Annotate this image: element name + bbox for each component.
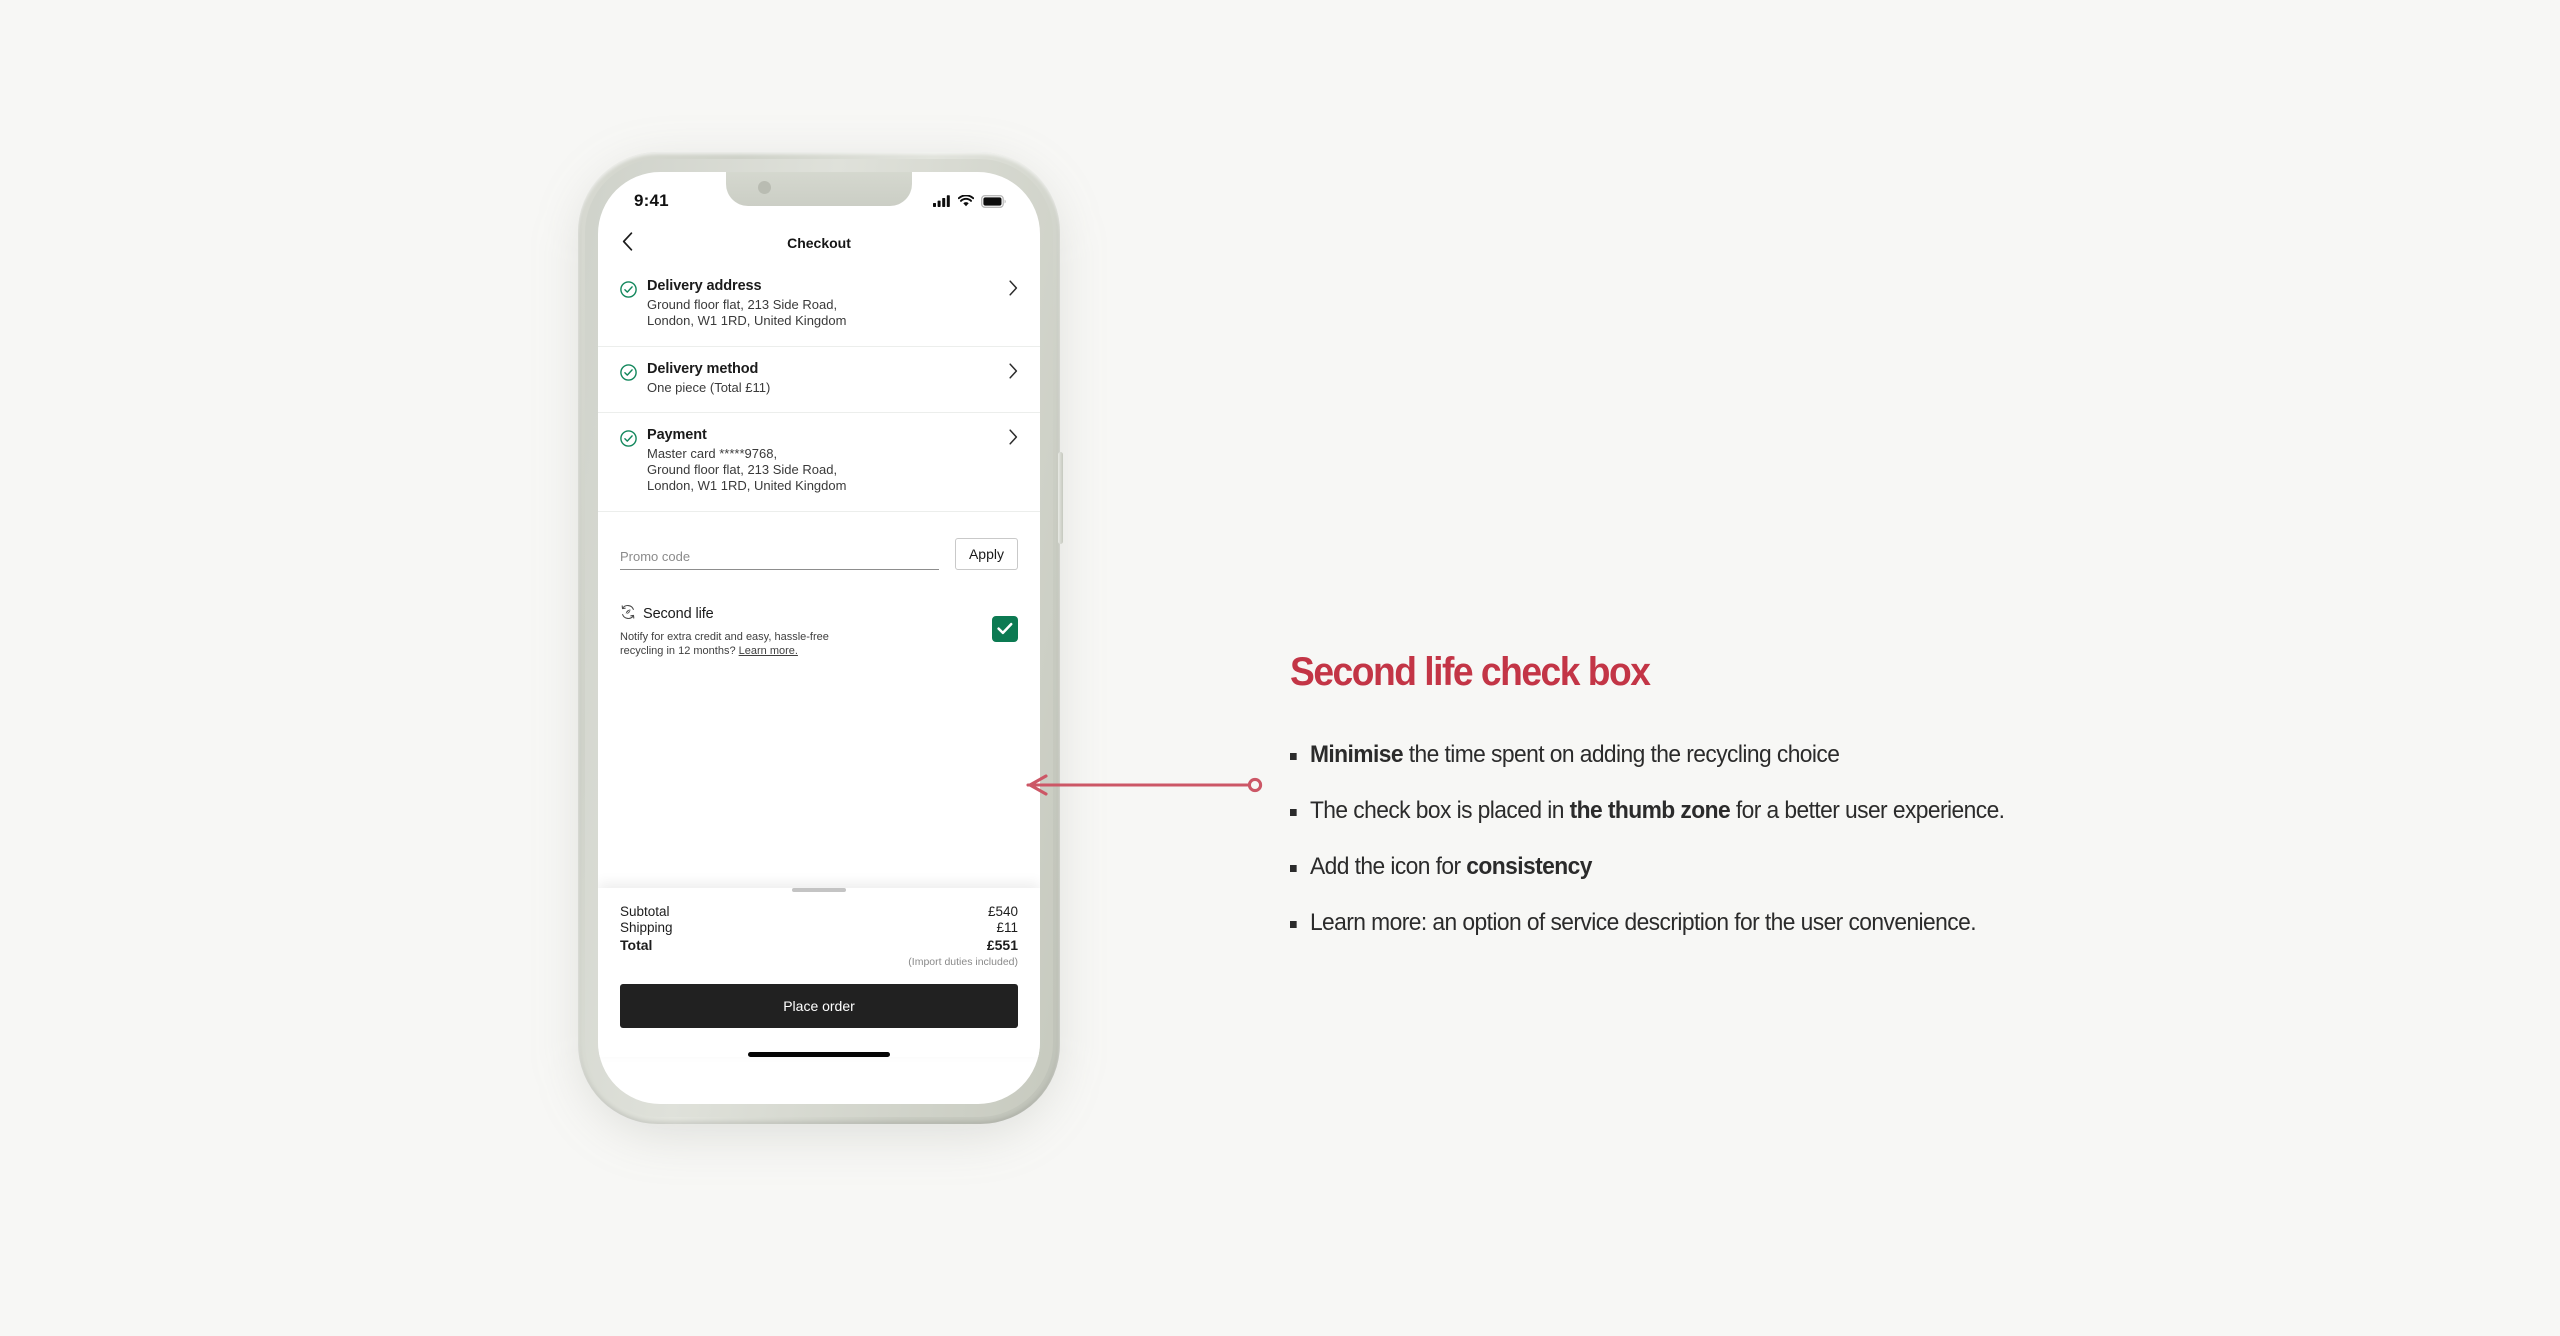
subtotal-value: £540	[987, 904, 1018, 919]
nav-bar: Checkout	[598, 222, 1040, 264]
total-label: Total	[620, 936, 653, 953]
annotation-bullet: Minimise the time spent on adding the re…	[1290, 741, 2297, 769]
subtotal-label: Subtotal	[620, 904, 670, 919]
chevron-right-icon[interactable]	[1009, 429, 1018, 450]
second-life-title: Second life	[643, 606, 714, 622]
annotation-panel: Second life check box Minimise the time …	[1290, 650, 2350, 965]
second-life-text: Second life Notify for extra credit and …	[620, 604, 992, 660]
annotation-bullet-rest: the time spent on adding the recycling c…	[1402, 741, 1840, 768]
status-icons	[933, 194, 1006, 208]
annotation-bullet-text: The check box is placed in the thumb zon…	[1310, 797, 2005, 825]
annotation-bullet-tail: for a better user experience.	[1730, 797, 2005, 824]
second-life-description: Notify for extra credit and easy, hassle…	[620, 630, 835, 660]
check-circle-icon	[620, 429, 637, 452]
summary-row-line: Ground floor flat, 213 Side Road,	[647, 462, 838, 477]
summary-row-body: Payment Master card *****9768, Ground fl…	[647, 427, 1001, 495]
order-totals-panel: Subtotal £540 Shipping £11 Total £551 (I…	[598, 888, 1040, 1058]
shipping-label: Shipping	[620, 920, 673, 936]
home-indicator[interactable]	[748, 1052, 890, 1058]
phone-screen: 9:41 Checkout Delivery address Ground fl…	[598, 172, 1040, 1104]
chevron-right-icon[interactable]	[1009, 280, 1018, 301]
bullet-marker-icon	[1290, 753, 1297, 760]
battery-icon	[981, 194, 1006, 208]
annotation-title: Second life check box	[1290, 650, 1651, 694]
summary-row-body: Delivery method One piece (Total £11)	[647, 361, 1001, 396]
recycle-leaf-icon	[620, 604, 636, 625]
annotation-bullet: The check box is placed in the thumb zon…	[1290, 797, 2297, 825]
second-life-checkbox[interactable]	[992, 615, 1018, 642]
panel-drag-handle[interactable]	[792, 888, 846, 892]
place-order-button[interactable]: Place order	[620, 984, 1018, 1029]
annotation-bullet-text: Add the icon for consistency	[1310, 853, 1592, 881]
summary-row-delivery-method[interactable]: Delivery method One piece (Total £11)	[598, 347, 1040, 413]
annotation-bullet-text: Learn more: an option of service descrip…	[1309, 909, 1977, 937]
status-time: 9:41	[634, 191, 669, 210]
back-button[interactable]	[622, 231, 644, 255]
promo-code-block: Apply	[598, 512, 1040, 580]
second-life-desc-line2: recycling in 12 months?	[620, 645, 739, 658]
check-circle-icon	[620, 363, 637, 386]
phone-mockup: 9:41 Checkout Delivery address Ground fl…	[578, 152, 1063, 1137]
bullet-marker-icon	[1290, 865, 1297, 872]
wifi-icon	[958, 195, 974, 207]
summary-row-line: Ground floor flat, 213 Side Road,	[647, 297, 838, 312]
summary-row-payment[interactable]: Payment Master card *****9768, Ground fl…	[598, 413, 1040, 512]
annotation-bullet-prefix: The check box is placed in	[1309, 797, 1570, 824]
callout-arrow	[1026, 774, 1263, 796]
summary-row-line: Master card *****9768,	[647, 445, 778, 461]
bullet-marker-icon	[1290, 921, 1297, 928]
check-circle-icon	[620, 281, 637, 303]
apply-button[interactable]: Apply	[954, 537, 1018, 570]
front-camera-icon	[758, 181, 771, 194]
import-duties-note: (Import duties included)	[908, 956, 1018, 969]
second-life-desc-line1: Notify for extra credit and easy, hassle…	[620, 630, 829, 643]
phone-frame: 9:41 Checkout Delivery address Ground fl…	[578, 152, 1063, 1124]
total-row-grand: Total £551	[620, 937, 1018, 954]
annotation-bullet: Learn more: an option of service descrip…	[1290, 909, 2297, 937]
summary-row-title: Delivery address	[647, 278, 762, 294]
annotation-bullet-bold: Minimise	[1309, 741, 1404, 768]
annotation-bullet-bold: consistency	[1466, 853, 1592, 880]
promo-code-input[interactable]	[620, 548, 939, 570]
total-row-shipping: Shipping £11	[620, 920, 1018, 936]
second-life-heading: Second life	[620, 604, 982, 625]
annotation-bullet-prefix: Learn more: an option of service descrip…	[1309, 909, 1977, 936]
summary-row-title: Payment	[647, 426, 707, 443]
annotation-bullet: Add the icon for consistency	[1290, 853, 2297, 881]
checkout-scroll-area[interactable]: Delivery address Ground floor flat, 213 …	[598, 264, 1040, 876]
chevron-left-icon	[622, 231, 633, 251]
cellular-signal-icon	[933, 195, 950, 207]
summary-row-line: One piece (Total £11)	[647, 379, 771, 395]
checkmark-icon	[997, 622, 1013, 635]
total-value: £551	[986, 936, 1018, 953]
second-life-block: Second life Notify for extra credit and …	[598, 580, 1040, 688]
annotation-bullet-bold: the thumb zone	[1569, 797, 1731, 824]
chevron-right-icon[interactable]	[1009, 362, 1018, 384]
total-row-subtotal: Subtotal £540	[620, 904, 1018, 920]
phone-side-button[interactable]	[1058, 452, 1063, 544]
summary-row-body: Delivery address Ground floor flat, 213 …	[647, 278, 1001, 330]
learn-more-link[interactable]: Learn more.	[739, 645, 798, 657]
page-title: Checkout	[787, 235, 851, 251]
summary-row-delivery-address[interactable]: Delivery address Ground floor flat, 213 …	[598, 264, 1040, 347]
annotation-bullet-text: Minimise the time spent on adding the re…	[1309, 741, 1840, 769]
shipping-value: £11	[996, 920, 1018, 936]
summary-row-line: London, W1 1RD, United Kingdom	[647, 313, 847, 329]
phone-notch	[726, 172, 912, 206]
summary-row-title: Delivery method	[647, 360, 759, 377]
summary-row-line: London, W1 1RD, United Kingdom	[647, 478, 847, 494]
annotation-bullet-prefix: Add the icon for	[1309, 853, 1467, 880]
bullet-marker-icon	[1290, 809, 1297, 816]
